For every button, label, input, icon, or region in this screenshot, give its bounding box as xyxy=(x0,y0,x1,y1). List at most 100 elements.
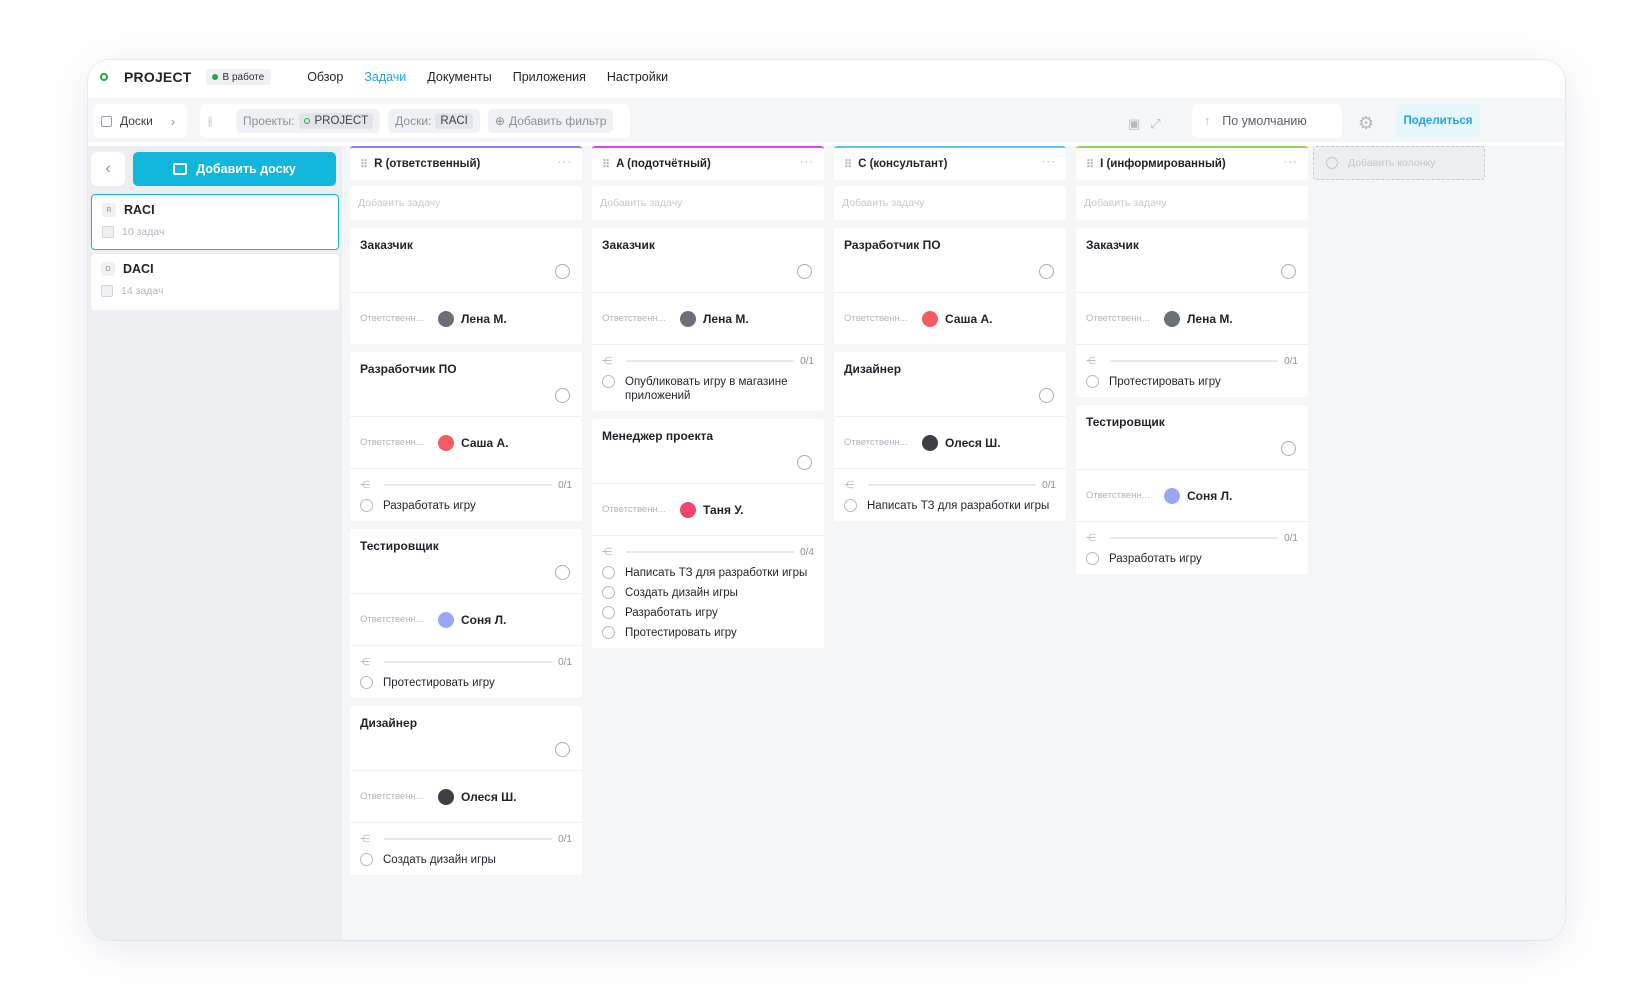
subtask-checkbox[interactable] xyxy=(602,626,615,639)
task-card[interactable]: Разработчик ПО Ответственн... Саша А. xyxy=(834,228,1066,344)
drag-handle-icon[interactable]: ⠿ xyxy=(360,158,368,171)
more-dots-icon[interactable]: ··· xyxy=(558,156,573,168)
avatar xyxy=(438,788,454,805)
subtask-item[interactable]: Написать ТЗ для разработки игры xyxy=(602,566,814,580)
tasks-icon xyxy=(101,285,113,297)
complete-checkbox[interactable] xyxy=(1281,441,1296,456)
add-task-input[interactable]: Добавить задачу xyxy=(1076,186,1308,220)
responsible-row[interactable]: Ответственн... Олеся Ш. xyxy=(350,770,582,822)
add-column-button[interactable]: Добавить колонку xyxy=(1313,146,1485,180)
subtask-item[interactable]: Написать ТЗ для разработки игры xyxy=(844,499,1056,513)
subtask-item[interactable]: Протестировать игру xyxy=(602,626,814,640)
drag-handle-icon[interactable]: ⠿ xyxy=(602,158,610,171)
more-dots-icon[interactable]: ··· xyxy=(1042,156,1057,168)
subtask-checkbox[interactable] xyxy=(602,566,615,579)
boards-sidebar: ‹ Добавить доску R RACI 10 задач D DACI 14… xyxy=(88,146,342,940)
subtask-checkbox[interactable] xyxy=(602,375,615,388)
responsible-name: Лена М. xyxy=(1187,311,1233,326)
save-icon[interactable]: ▣ xyxy=(1128,116,1140,132)
nav-overview[interactable]: Обзор xyxy=(307,70,343,84)
subtask-item[interactable]: Создать дизайн игры xyxy=(360,853,572,867)
filter-sliders-icon[interactable]: ⫲ xyxy=(208,113,226,129)
responsible-row[interactable]: Ответственн... Саша А. xyxy=(350,416,582,468)
project-name[interactable]: PROJECT xyxy=(124,69,192,85)
subtask-item[interactable]: Разработать игру xyxy=(360,499,572,513)
task-card[interactable]: Заказчик Ответственн... Лена М. xyxy=(350,228,582,344)
column-header[interactable]: ⠿ C (консультант) ··· xyxy=(834,146,1066,180)
add-task-input[interactable]: Добавить задачу xyxy=(592,186,824,220)
nav-documents[interactable]: Документы xyxy=(427,70,491,84)
subtask-item[interactable]: Разработать игру xyxy=(602,606,814,620)
subtask-checkbox[interactable] xyxy=(360,499,373,512)
responsible-row[interactable]: Ответственн... Олеся Ш. xyxy=(834,416,1066,468)
complete-checkbox[interactable] xyxy=(1039,388,1054,403)
sidebar-board-daci[interactable]: D DACI 14 задач xyxy=(91,254,339,310)
nav-tasks[interactable]: Задачи xyxy=(364,70,406,84)
expand-icon[interactable]: ⤢ xyxy=(1150,116,1160,132)
complete-checkbox[interactable] xyxy=(797,264,812,279)
add-board-button[interactable]: Добавить доску xyxy=(133,152,336,186)
subtask-item[interactable]: Протестировать игру xyxy=(1086,375,1298,389)
subtask-item[interactable]: Протестировать игру xyxy=(360,676,572,690)
drag-handle-icon[interactable]: ⠿ xyxy=(1086,158,1094,171)
complete-checkbox[interactable] xyxy=(555,742,570,757)
column-header[interactable]: ⠿ R (ответственный) ··· xyxy=(350,146,582,180)
task-card[interactable]: Разработчик ПО Ответственн... Саша А. ⋲ 0/1 Р… xyxy=(350,352,582,521)
subtask-checkbox[interactable] xyxy=(844,499,857,512)
sidebar-board-raci[interactable]: R RACI 10 задач xyxy=(91,194,339,250)
add-column-label: Добавить колонку xyxy=(1348,157,1436,169)
task-card[interactable]: Тестировщик Ответственн... Соня Л. ⋲ 0/1 Прот… xyxy=(350,529,582,698)
subtask-tree-icon: ⋲ xyxy=(360,833,370,845)
boards-filter-chip[interactable]: Доски: RACI xyxy=(388,109,480,133)
task-card[interactable]: Дизайнер Ответственн... Олеся Ш. ⋲ 0/1 Создат… xyxy=(350,706,582,875)
project-status-dot-icon xyxy=(100,73,108,81)
responsible-row[interactable]: Ответственн... Таня У. xyxy=(592,483,824,535)
nav-settings[interactable]: Настройки xyxy=(607,70,668,84)
task-card[interactable]: Заказчик Ответственн... Лена М. ⋲ 0/1 Опублик… xyxy=(592,228,824,411)
subtask-progress-count: 0/1 xyxy=(558,656,572,668)
task-card[interactable]: Заказчик Ответственн... Лена М. ⋲ 0/1 Протест… xyxy=(1076,228,1308,397)
sort-dropdown[interactable]: ↑ По умолчанию xyxy=(1192,104,1342,138)
responsible-row[interactable]: Ответственн... Соня Л. xyxy=(350,593,582,645)
more-dots-icon[interactable]: ··· xyxy=(1284,156,1299,168)
responsible-row[interactable]: Ответственн... Лена М. xyxy=(1076,292,1308,344)
subtask-checkbox[interactable] xyxy=(1086,375,1099,388)
add-task-input[interactable]: Добавить задачу xyxy=(834,186,1066,220)
subtask-item[interactable]: Разработать игру xyxy=(1086,552,1298,566)
subtask-label: Написать ТЗ для разработки игры xyxy=(867,500,1050,512)
subtask-checkbox[interactable] xyxy=(602,606,615,619)
responsible-row[interactable]: Ответственн... Соня Л. xyxy=(1076,469,1308,521)
task-card[interactable]: Тестировщик Ответственн... Соня Л. ⋲ 0/1 Разр… xyxy=(1076,405,1308,574)
responsible-row[interactable]: Ответственн... Лена М. xyxy=(350,292,582,344)
subtask-checkbox[interactable] xyxy=(1086,552,1099,565)
complete-checkbox[interactable] xyxy=(1281,264,1296,279)
add-filter-button[interactable]: ⊕ Добавить фильтр xyxy=(487,109,614,133)
subtask-checkbox[interactable] xyxy=(360,853,373,866)
add-task-input[interactable]: Добавить задачу xyxy=(350,186,582,220)
complete-checkbox[interactable] xyxy=(555,388,570,403)
column-header[interactable]: ⠿ I (информированный) ··· xyxy=(1076,146,1308,180)
complete-checkbox[interactable] xyxy=(555,264,570,279)
subtask-checkbox[interactable] xyxy=(602,586,615,599)
collapse-sidebar-button[interactable]: ‹ xyxy=(91,152,125,186)
complete-checkbox[interactable] xyxy=(555,565,570,580)
subtask-item[interactable]: Создать дизайн игры xyxy=(602,586,814,600)
nav-apps[interactable]: Приложения xyxy=(513,70,586,84)
share-button[interactable]: Поделиться xyxy=(1396,104,1480,138)
gear-icon[interactable]: ⚙ xyxy=(1358,113,1374,134)
complete-checkbox[interactable] xyxy=(1039,264,1054,279)
boards-toggle[interactable]: Доски › xyxy=(93,104,187,138)
board-column: ⠿ C (консультант) ··· Добавить задачу Разраб… xyxy=(834,146,1066,521)
task-card[interactable]: Дизайнер Ответственн... Олеся Ш. ⋲ 0/1 Написа… xyxy=(834,352,1066,521)
more-dots-icon[interactable]: ··· xyxy=(800,156,815,168)
subtask-item[interactable]: Опубликовать игру в магазине приложений xyxy=(602,375,814,403)
projects-filter-chip[interactable]: Проекты: PROJECT xyxy=(236,109,381,133)
responsible-row[interactable]: Ответственн... Лена М. xyxy=(592,292,824,344)
complete-checkbox[interactable] xyxy=(797,455,812,470)
subtask-checkbox[interactable] xyxy=(360,676,373,689)
task-card[interactable]: Менеджер проекта Ответственн... Таня У. ⋲ 0/… xyxy=(592,419,824,648)
status-badge[interactable]: В работе xyxy=(205,69,272,85)
column-header[interactable]: ⠿ A (подотчётный) ··· xyxy=(592,146,824,180)
drag-handle-icon[interactable]: ⠿ xyxy=(844,158,852,171)
responsible-row[interactable]: Ответственн... Саша А. xyxy=(834,292,1066,344)
